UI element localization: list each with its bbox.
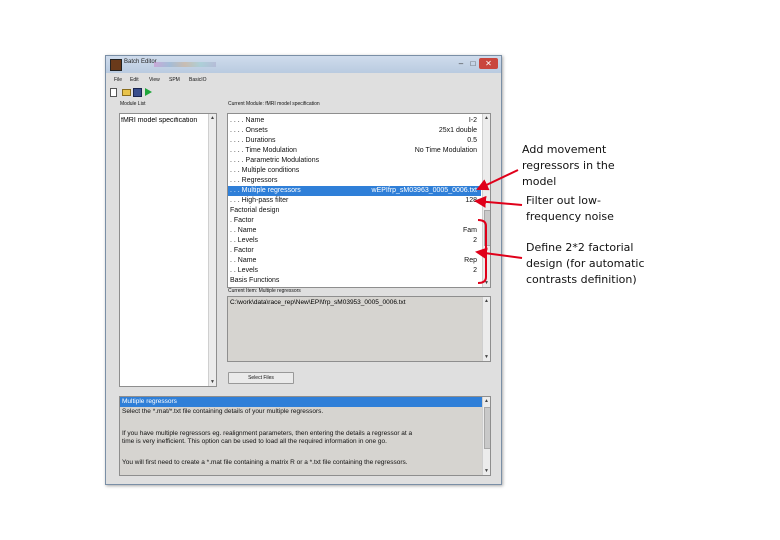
- arrow-to-factorial-design: [475, 247, 523, 260]
- movement-annotation: Add movement regressors in the model: [522, 143, 615, 188]
- annotation-arrows: [474, 169, 523, 284]
- arrow-to-multiple-regressors: [476, 169, 519, 191]
- factorial-annotation: Define 2*2 factorial design (for automat…: [526, 241, 645, 286]
- filter-annotation: Filter out low- frequency noise: [526, 194, 614, 223]
- arrow-to-high-pass-filter: [474, 195, 523, 208]
